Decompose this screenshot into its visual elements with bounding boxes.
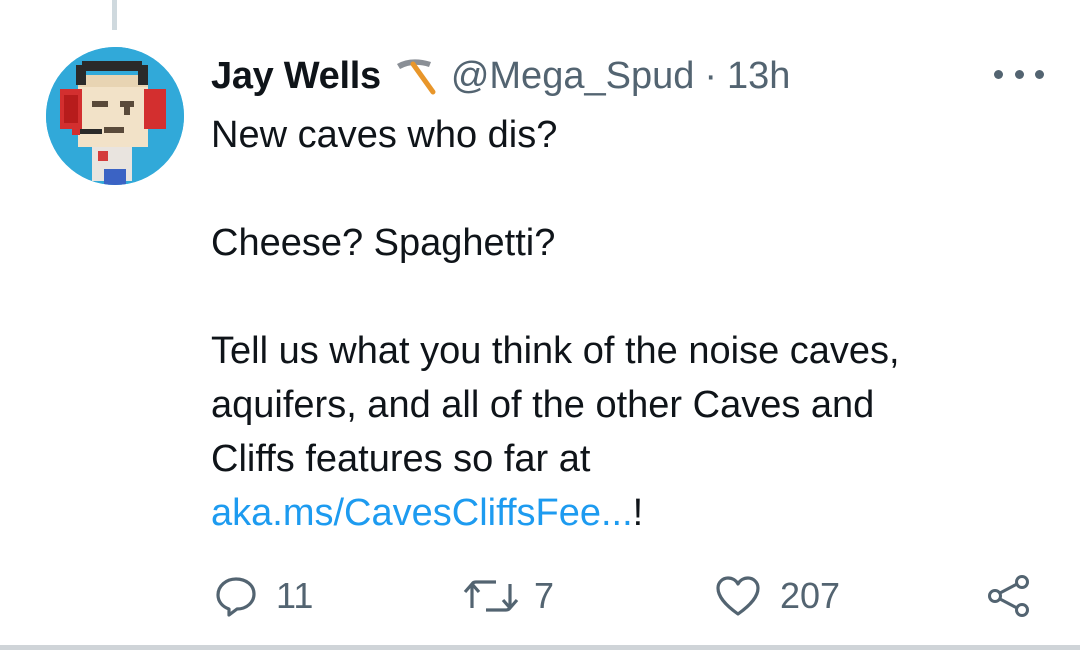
reply-count: 11 <box>276 575 314 616</box>
pickaxe-icon <box>391 56 437 96</box>
tweet-text-line: aquifers, and all of the other Caves and <box>211 384 875 426</box>
tweet-text-line: New caves who dis? <box>211 114 558 156</box>
retweet-count: 7 <box>534 575 555 616</box>
tweet-text: New caves who dis? Cheese? Spaghetti? Te… <box>211 108 1011 540</box>
author-handle[interactable]: @Mega_Spud <box>451 55 695 98</box>
thread-connector-line <box>112 0 117 30</box>
reply-button[interactable]: 11 <box>214 570 313 622</box>
tweet-card[interactable]: Jay Wells @Mega_Spud · 13h New caves who… <box>0 0 1080 650</box>
retweet-icon <box>462 574 520 618</box>
separator-dot: · <box>704 54 717 97</box>
share-icon <box>986 573 1032 619</box>
tweet-header: Jay Wells @Mega_Spud · 13h <box>211 48 1020 104</box>
retweet-button[interactable]: 7 <box>462 570 554 622</box>
tweet-link[interactable]: aka.ms/CavesCliffsFee... <box>211 492 633 534</box>
tweet-text-line: Cliffs features so far at <box>211 438 591 480</box>
tweet-text-line: Tell us what you think of the noise cave… <box>211 330 900 372</box>
heart-icon <box>714 574 762 618</box>
tweet-text-line: Cheese? Spaghetti? <box>211 222 556 264</box>
like-button[interactable]: 207 <box>714 570 840 622</box>
tweet-actions: 11 7 207 <box>0 570 1080 622</box>
more-options-icon[interactable] <box>994 62 1044 86</box>
reply-icon <box>214 574 258 618</box>
author-name[interactable]: Jay Wells <box>211 55 381 98</box>
timestamp[interactable]: 13h <box>727 55 790 98</box>
share-button[interactable] <box>986 570 1032 622</box>
like-count: 207 <box>780 575 841 616</box>
link-suffix: ! <box>632 492 644 534</box>
tweet-link-line: aka.ms/CavesCliffsFee...! <box>211 486 1011 540</box>
avatar[interactable] <box>46 47 184 185</box>
